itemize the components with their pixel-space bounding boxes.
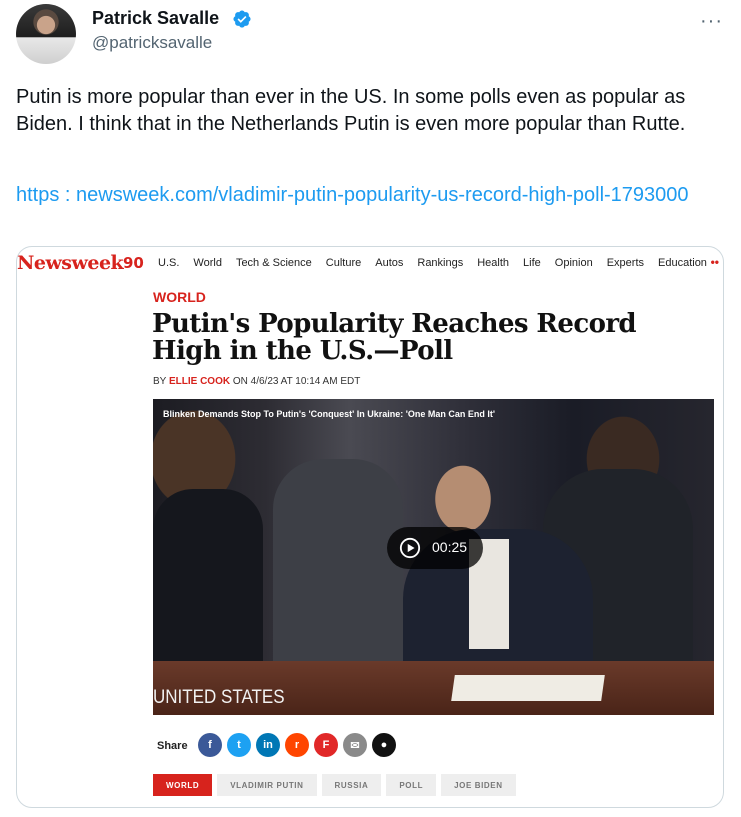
tag-russia: RUSSIA	[321, 774, 382, 796]
byline-prefix: BY	[153, 376, 167, 387]
nav-item-rankings: Rankings	[417, 257, 464, 269]
nav-item-experts: Experts	[606, 257, 644, 269]
tweet-text: Putin is more popular than ever in the U…	[16, 86, 686, 135]
link-preview-card[interactable]: Newsweek 90 U.S. World Tech & Science Cu…	[16, 246, 724, 808]
verified-badge-icon	[233, 10, 251, 28]
nav-item-opinion: Opinion	[554, 257, 593, 269]
video-title: Blinken Demands Stop To Putin's 'Conques…	[163, 409, 496, 419]
newsweek-90-badge: 90	[123, 254, 144, 272]
tag-vladimir-putin: VLADIMIR PUTIN	[217, 774, 317, 796]
share-icons: f t in r F ✉ ●	[198, 733, 396, 757]
share-label: Share	[157, 740, 188, 752]
nav-item-education: Education	[658, 257, 707, 269]
author-handle[interactable]: @patricksavalle	[92, 33, 212, 53]
video-play-button: 00:25	[387, 527, 483, 569]
nav-item-life: Life	[523, 257, 541, 269]
newsweek-nav-bar: Newsweek 90 U.S. World Tech & Science Cu…	[17, 247, 723, 281]
article-headline: Putin's Popularity Reaches Record High i…	[152, 309, 637, 366]
play-icon	[399, 537, 421, 559]
avatar[interactable]	[16, 4, 76, 64]
linkedin-share-icon: in	[256, 733, 280, 757]
comment-share-icon: ●	[372, 733, 396, 757]
video-paper	[451, 675, 605, 701]
author-name[interactable]: Patrick Savalle	[92, 8, 219, 29]
more-options-icon[interactable]: ···	[700, 10, 723, 33]
nav-item-autos: Autos	[375, 257, 404, 269]
tag-poll: POLL	[386, 774, 437, 796]
article-tags: WORLD VLADIMIR PUTIN RUSSIA POLL JOE BID…	[153, 774, 516, 796]
nav-item-world: World	[193, 257, 222, 269]
nav-more-icon: ••	[710, 255, 719, 269]
nav-item-tech-science: Tech & Science	[235, 257, 312, 269]
email-share-icon: ✉	[343, 733, 367, 757]
newsweek-logo: Newsweek	[17, 252, 124, 274]
tweet-link[interactable]: https : newsweek.com/vladimir-putin-popu…	[16, 182, 726, 209]
article-section: WORLD	[153, 289, 206, 305]
reddit-share-icon: r	[285, 733, 309, 757]
nav-item-health: Health	[477, 257, 510, 269]
nav-item-culture: Culture	[325, 257, 362, 269]
article-video-thumbnail: Blinken Demands Stop To Putin's 'Conques…	[153, 399, 714, 715]
twitter-share-icon: t	[227, 733, 251, 757]
video-nameplate: UNITED STATES	[153, 685, 285, 708]
facebook-share-icon: f	[198, 733, 222, 757]
tag-joe-biden: JOE BIDEN	[441, 774, 516, 796]
tag-world: WORLD	[153, 774, 213, 796]
article-byline: BY ELLIE COOK ON 4/6/23 AT 10:14 AM EDT	[153, 376, 360, 387]
byline-author: ELLIE COOK	[168, 376, 231, 387]
video-duration: 00:25	[432, 539, 468, 555]
nav-item-us: U.S.	[158, 257, 180, 269]
flipboard-share-icon: F	[314, 733, 338, 757]
newsweek-nav: U.S. World Tech & Science Culture Autos …	[158, 257, 721, 269]
byline-date: ON 4/6/23 AT 10:14 AM EDT	[232, 376, 361, 387]
